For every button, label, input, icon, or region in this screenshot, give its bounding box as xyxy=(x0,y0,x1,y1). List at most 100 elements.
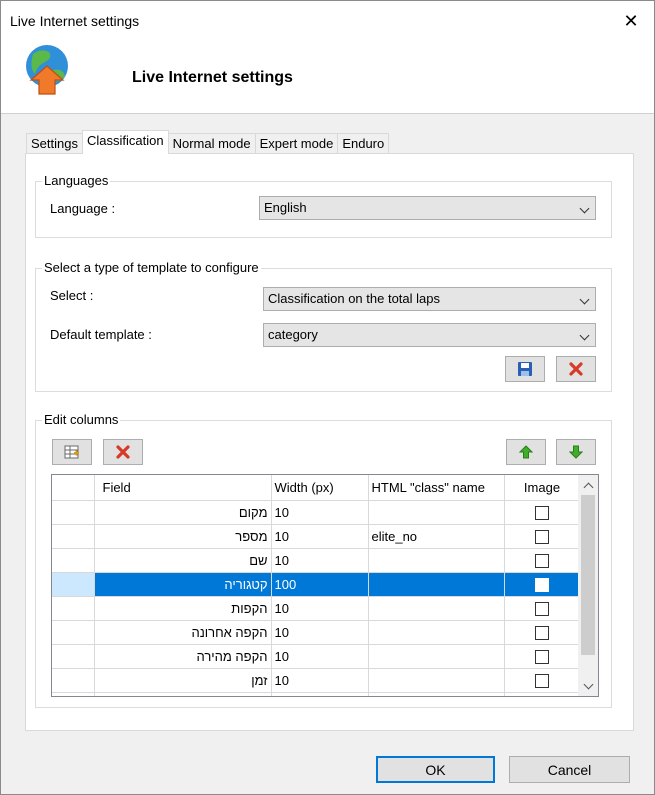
image-cell[interactable] xyxy=(504,668,581,693)
grid-vertical-scrollbar[interactable] xyxy=(578,475,598,696)
header-title: Live Internet settings xyxy=(132,69,293,86)
ok-button[interactable]: OK xyxy=(376,756,495,783)
chevron-down-icon xyxy=(579,203,590,214)
image-cell[interactable] xyxy=(504,620,581,645)
chevron-down-icon xyxy=(583,679,593,689)
language-value: English xyxy=(264,200,307,215)
field-cell[interactable]: זמן xyxy=(94,668,272,693)
row-header[interactable] xyxy=(52,572,95,597)
cancel-button[interactable]: Cancel xyxy=(509,756,630,783)
row-header[interactable] xyxy=(52,500,95,525)
scroll-down-button[interactable] xyxy=(578,676,598,696)
field-cell[interactable]: מקום xyxy=(94,500,272,525)
class-cell[interactable]: elite_no xyxy=(368,524,505,549)
table-row-partial xyxy=(52,692,581,696)
class-cell[interactable] xyxy=(368,500,505,525)
column-header-class[interactable]: HTML "class" name xyxy=(368,475,505,501)
columns-grid[interactable]: Field Width (px) HTML "class" name Image… xyxy=(51,474,599,697)
field-cell[interactable]: הקפה אחרונה xyxy=(94,620,272,645)
language-select[interactable]: English xyxy=(259,196,596,220)
dialog-header: Live Internet settings xyxy=(1,41,654,114)
class-cell[interactable] xyxy=(368,620,505,645)
class-cell[interactable] xyxy=(368,644,505,669)
row-header[interactable] xyxy=(52,644,95,669)
image-cell[interactable] xyxy=(504,548,581,573)
image-checkbox[interactable] xyxy=(535,529,549,544)
delete-icon xyxy=(569,362,583,376)
image-checkbox[interactable] xyxy=(535,601,549,616)
image-checkbox[interactable] xyxy=(535,577,549,592)
move-down-button[interactable] xyxy=(556,439,596,465)
width-cell[interactable]: 10 xyxy=(271,644,369,669)
width-cell[interactable]: 10 xyxy=(271,548,369,573)
table-row[interactable]: זמן 10 xyxy=(52,668,581,693)
title-bar: Live Internet settings ✕ xyxy=(1,1,654,41)
image-checkbox[interactable] xyxy=(535,505,549,520)
scroll-thumb[interactable] xyxy=(581,495,595,655)
width-cell[interactable]: 10 xyxy=(271,668,369,693)
width-cell[interactable]: 100 xyxy=(271,572,369,597)
image-checkbox[interactable] xyxy=(535,553,549,568)
image-checkbox[interactable] xyxy=(535,649,549,664)
field-cell[interactable]: שם xyxy=(94,548,272,573)
width-cell[interactable]: 10 xyxy=(271,524,369,549)
template-group-label: Select a type of template to configure xyxy=(42,260,261,275)
tab-settings[interactable]: Settings xyxy=(26,133,83,154)
image-cell[interactable] xyxy=(504,500,581,525)
grid-corner-cell xyxy=(52,475,95,501)
save-template-button[interactable] xyxy=(505,356,545,382)
default-template-select[interactable]: category xyxy=(263,323,596,347)
width-cell[interactable]: 10 xyxy=(271,596,369,621)
column-header-field[interactable]: Field xyxy=(94,475,272,501)
column-header-image[interactable]: Image xyxy=(504,475,581,501)
width-cell[interactable]: 10 xyxy=(271,620,369,645)
edit-columns-group-label: Edit columns xyxy=(42,412,121,427)
image-cell[interactable] xyxy=(504,644,581,669)
row-header[interactable] xyxy=(52,620,95,645)
template-type-select[interactable]: Classification on the total laps xyxy=(263,287,596,311)
default-template-value: category xyxy=(268,327,318,342)
image-checkbox[interactable] xyxy=(535,673,549,688)
dialog-window: Live Internet settings ✕ Live Internet s… xyxy=(0,0,655,795)
field-cell[interactable]: מספר xyxy=(94,524,272,549)
tab-enduro[interactable]: Enduro xyxy=(337,133,390,154)
tab-normal-mode[interactable]: Normal mode xyxy=(167,133,256,154)
tab-classification[interactable]: Classification xyxy=(81,130,169,154)
column-header-width[interactable]: Width (px) xyxy=(271,475,369,501)
add-column-button[interactable] xyxy=(52,439,92,465)
class-cell[interactable] xyxy=(368,668,505,693)
table-row[interactable]: שם 10 xyxy=(52,548,581,573)
field-cell[interactable]: הקפה מהירה xyxy=(94,644,272,669)
field-cell[interactable]: הקפות xyxy=(94,596,272,621)
row-header[interactable] xyxy=(52,548,95,573)
row-header[interactable] xyxy=(52,596,95,621)
image-cell[interactable] xyxy=(504,524,581,549)
close-button[interactable]: ✕ xyxy=(608,1,654,41)
class-cell[interactable] xyxy=(368,548,505,573)
delete-template-button[interactable] xyxy=(556,356,596,382)
table-row[interactable]: מספר 10 elite_no xyxy=(52,524,581,549)
class-cell[interactable] xyxy=(368,596,505,621)
table-row[interactable]: הקפה אחרונה 10 xyxy=(52,620,581,645)
image-cell[interactable] xyxy=(504,572,581,597)
move-up-button[interactable] xyxy=(506,439,546,465)
tab-expert-mode[interactable]: Expert mode xyxy=(254,133,339,154)
field-text: שם xyxy=(249,552,268,568)
template-type-value: Classification on the total laps xyxy=(268,291,440,306)
languages-group-label: Languages xyxy=(42,173,111,188)
scroll-up-button[interactable] xyxy=(578,475,598,495)
row-header[interactable] xyxy=(52,524,95,549)
row-header[interactable] xyxy=(52,668,95,693)
table-row[interactable]: הקפות 10 xyxy=(52,596,581,621)
field-text: מקום xyxy=(238,504,268,520)
table-row[interactable]: קטגוריה 100 xyxy=(52,572,581,597)
image-checkbox[interactable] xyxy=(535,625,549,640)
class-cell[interactable] xyxy=(368,572,505,597)
remove-column-button[interactable] xyxy=(103,439,143,465)
field-text: הקפה אחרונה xyxy=(191,624,268,640)
width-cell[interactable]: 10 xyxy=(271,500,369,525)
table-row[interactable]: הקפה מהירה 10 xyxy=(52,644,581,669)
field-cell[interactable]: קטגוריה xyxy=(94,572,272,597)
table-row[interactable]: מקום 10 xyxy=(52,500,581,525)
image-cell[interactable] xyxy=(504,596,581,621)
